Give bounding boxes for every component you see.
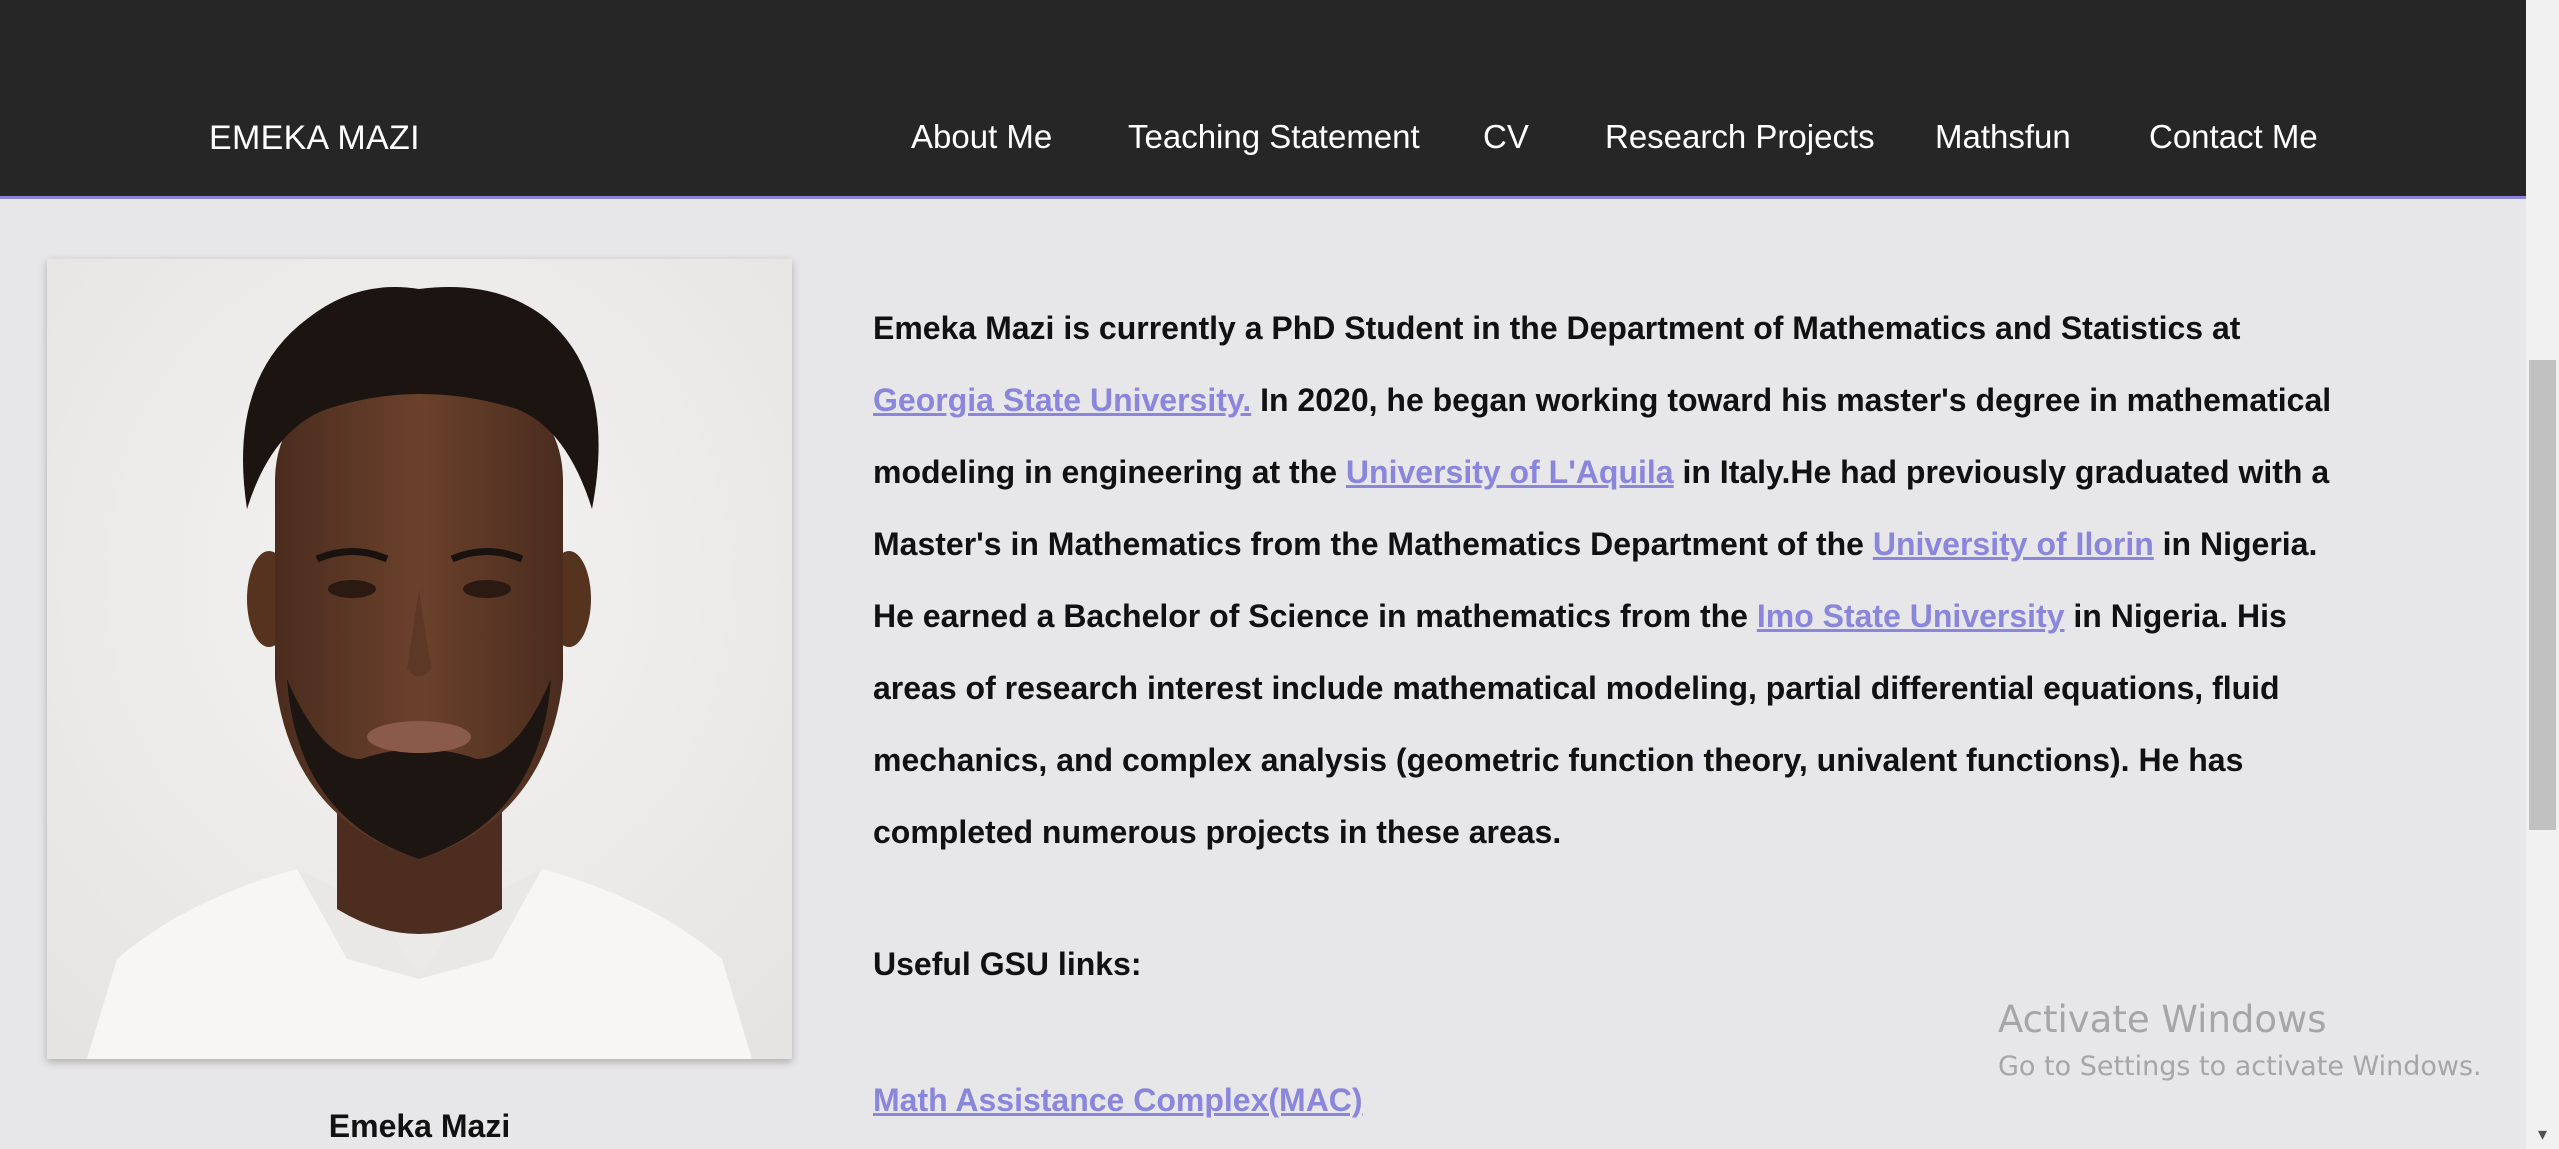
nav-contact-me[interactable]: Contact Me — [2149, 118, 2318, 156]
profile-photo — [47, 259, 792, 1059]
activate-windows-watermark: Activate Windows Go to Settings to activ… — [1998, 998, 2482, 1082]
scrollbar-thumb[interactable] — [2529, 360, 2556, 830]
mac-link-container: Math Assistance Complex(MAC) — [873, 1082, 1363, 1119]
activate-windows-title: Activate Windows — [1998, 998, 2327, 1041]
georgia-state-link[interactable]: Georgia State University. — [873, 382, 1251, 418]
nav-research-projects[interactable]: Research Projects — [1605, 118, 1875, 156]
scroll-down-arrow-icon[interactable]: ▾ — [2526, 1125, 2559, 1143]
bio-text-1: Emeka Mazi is currently a PhD Student in… — [873, 310, 2241, 346]
nav-mathsfun[interactable]: Mathsfun — [1935, 118, 2071, 156]
nav-cv[interactable]: CV — [1483, 118, 1529, 156]
bio-paragraph: Emeka Mazi is currently a PhD Student in… — [873, 292, 2353, 868]
profile-photo-illustration — [47, 259, 792, 1059]
laquila-link[interactable]: University of L'Aquila — [1346, 454, 1674, 490]
bio-text-5: in Nigeria. His areas of research intere… — [873, 598, 2287, 850]
site-title[interactable]: EMEKA MAZI — [209, 119, 420, 158]
page: EMEKA MAZI About Me Teaching Statement C… — [0, 0, 2559, 1149]
mac-link[interactable]: Math Assistance Complex(MAC) — [873, 1082, 1363, 1118]
activate-windows-subtitle: Go to Settings to activate Windows. — [1998, 1051, 2482, 1082]
profile-name-caption: Emeka Mazi — [328, 1108, 511, 1144]
ilorin-link[interactable]: University of Ilorin — [1873, 526, 2154, 562]
nav-teaching-statement[interactable]: Teaching Statement — [1128, 118, 1420, 156]
useful-links-heading: Useful GSU links: — [873, 946, 1142, 982]
vertical-scrollbar[interactable]: ▾ — [2526, 0, 2559, 1149]
site-header: EMEKA MAZI About Me Teaching Statement C… — [0, 0, 2526, 199]
imo-state-link[interactable]: Imo State University — [1757, 598, 2065, 634]
nav-about-me[interactable]: About Me — [911, 118, 1052, 156]
